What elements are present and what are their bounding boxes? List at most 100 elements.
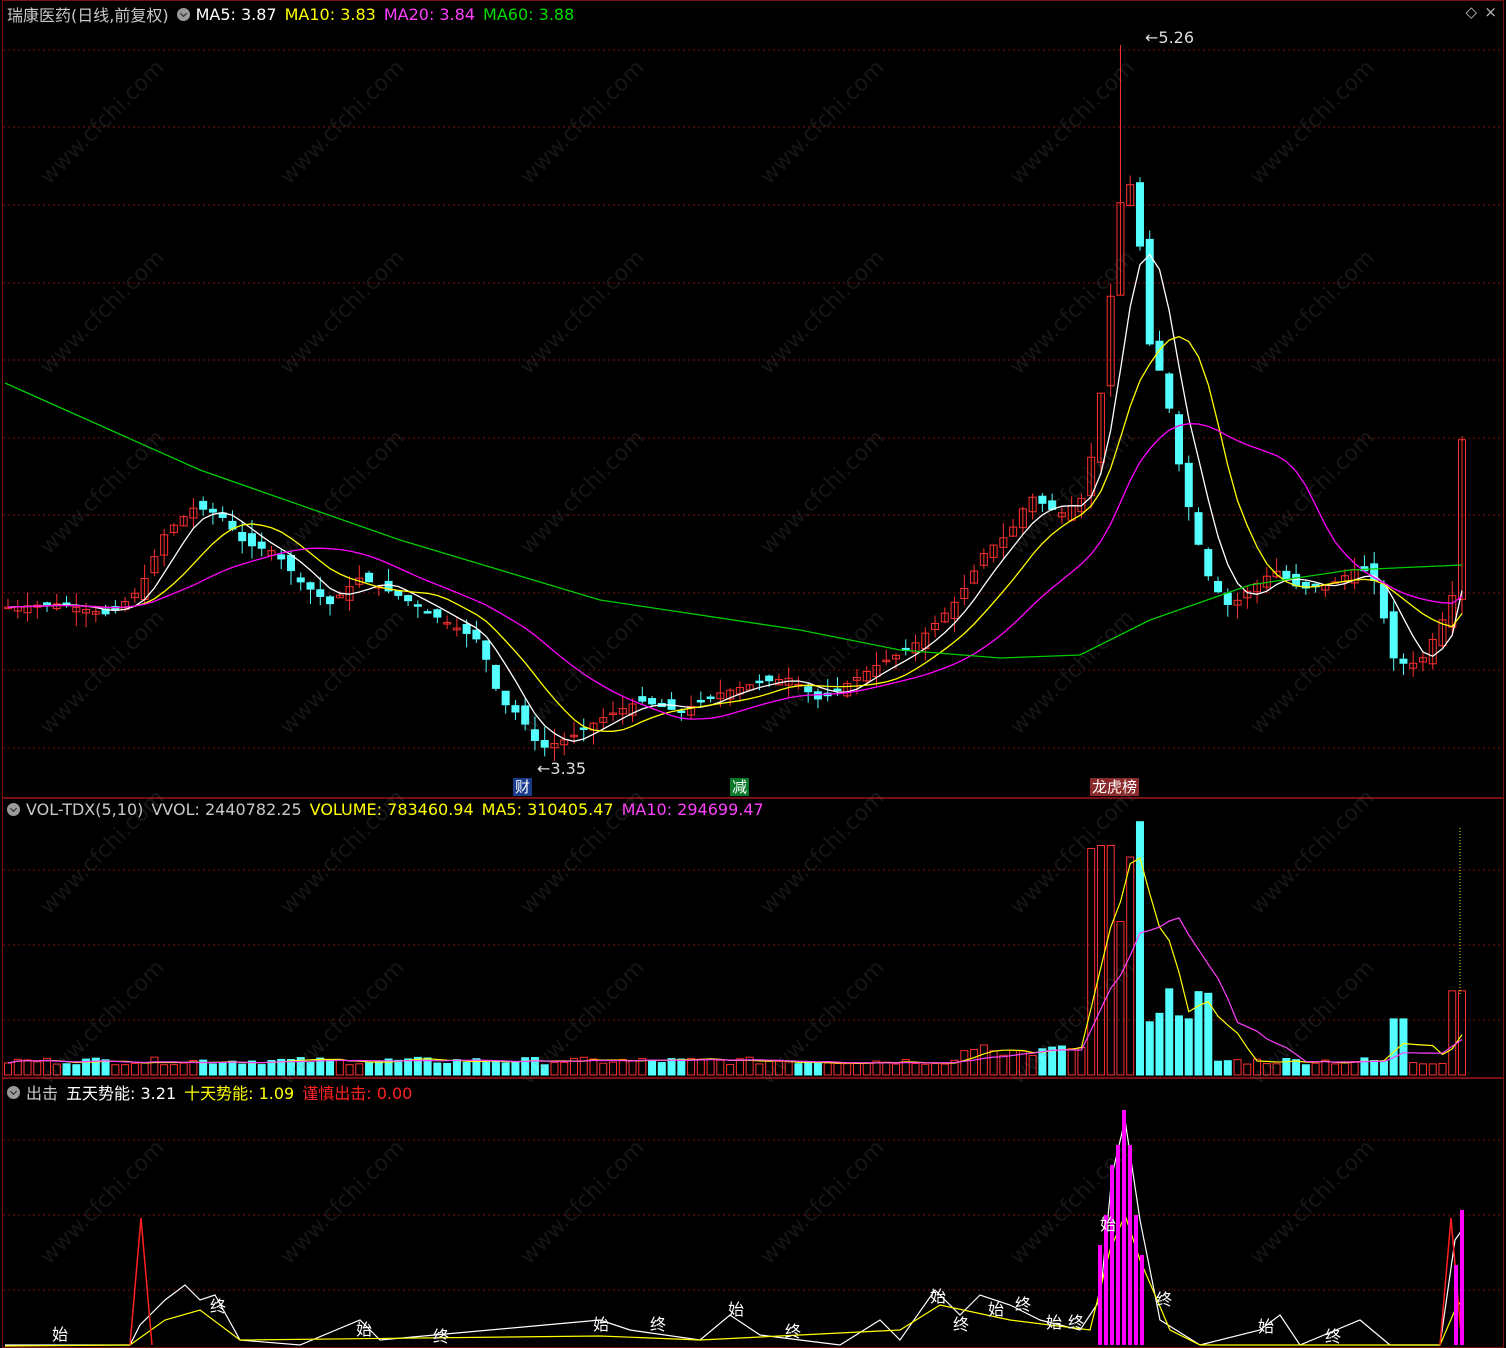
volume-bar	[160, 1064, 169, 1076]
candle	[677, 710, 686, 713]
volume-bar	[765, 1060, 774, 1076]
volume-bar	[208, 1063, 217, 1076]
candle	[804, 686, 813, 693]
candle	[530, 729, 539, 741]
volume-bar	[1389, 1018, 1398, 1076]
volume-bar	[491, 1061, 500, 1076]
ten-day-line	[4, 1213, 1463, 1347]
candle	[306, 582, 315, 590]
candle	[521, 705, 530, 725]
candle	[1155, 340, 1164, 371]
event-tag-finance[interactable]: 财	[513, 778, 533, 796]
volume-bar	[1009, 1049, 1018, 1076]
volume-bar	[394, 1059, 403, 1076]
volume-bar	[1106, 845, 1115, 1076]
candle	[706, 696, 715, 700]
volume-bar	[345, 1064, 354, 1076]
volume-bar	[1458, 990, 1466, 1076]
volume-bar	[1155, 1012, 1164, 1076]
candle	[1135, 182, 1144, 247]
signal-bar	[1140, 1255, 1144, 1345]
volume-bar	[618, 1058, 627, 1076]
volume-bar	[238, 1063, 247, 1076]
candle	[1223, 592, 1232, 606]
volume-bar	[179, 1062, 188, 1076]
signal-bar	[1116, 1145, 1120, 1345]
volume-bar	[706, 1059, 715, 1076]
signal-mark: 终	[210, 1297, 226, 1316]
volume-bar	[1223, 1060, 1232, 1076]
volume-bar	[579, 1056, 588, 1076]
candle	[1399, 658, 1408, 664]
candle	[462, 623, 471, 634]
signal-bar	[1110, 1165, 1114, 1345]
event-tag-reduce[interactable]: 减	[730, 778, 750, 796]
signal-mark: 始	[988, 1300, 1004, 1319]
volume-bar	[1184, 1018, 1193, 1076]
volume-bar	[374, 1060, 383, 1076]
candle	[482, 640, 491, 660]
candle	[1389, 611, 1398, 659]
candle	[1165, 373, 1174, 409]
volume-bar	[882, 1061, 891, 1076]
volume-bar	[784, 1061, 793, 1076]
candle	[491, 664, 500, 689]
volume-bar	[1145, 1021, 1154, 1076]
volume-bar	[62, 1063, 71, 1076]
candle	[501, 690, 510, 706]
volume-bar	[1175, 1015, 1184, 1076]
ma5-line	[7, 253, 1463, 742]
candle	[638, 696, 647, 702]
candle	[1184, 462, 1193, 508]
signal-mark: 始	[728, 1300, 744, 1319]
volume-bar	[1350, 1061, 1359, 1076]
volume-bar	[306, 1061, 315, 1076]
signal-bar	[1104, 1215, 1108, 1345]
candle	[199, 500, 208, 510]
volume-bar	[1409, 1062, 1418, 1076]
volume-bar	[511, 1061, 520, 1076]
signal-mark: 终	[1068, 1313, 1084, 1332]
volume-bar	[101, 1059, 110, 1076]
volume-bar	[628, 1060, 637, 1076]
volume-bar	[823, 1062, 832, 1076]
chart-canvas[interactable]: ←5.26←3.35始终始 终始 终始终始终始 终始 终始终始终	[0, 0, 1506, 1348]
candle	[404, 595, 413, 602]
volume-bar	[257, 1064, 266, 1076]
volume-bar	[589, 1058, 598, 1076]
volume-bar	[1067, 1048, 1076, 1076]
volume-bar	[1233, 1059, 1242, 1076]
candle	[1292, 573, 1301, 587]
volume-bar	[843, 1063, 852, 1076]
signal-mark: 终	[1156, 1290, 1172, 1309]
event-tag-dragon[interactable]: 龙虎榜	[1090, 778, 1140, 796]
volume-bar	[1448, 990, 1457, 1076]
volume-bar	[111, 1064, 120, 1076]
volume-bar	[1165, 988, 1174, 1076]
volume-bar	[1438, 1062, 1447, 1076]
candle	[433, 609, 442, 618]
candle	[833, 688, 842, 692]
candle	[286, 554, 295, 572]
signal-bar	[1134, 1215, 1138, 1345]
volume-bar	[921, 1063, 930, 1076]
volume-bar	[1331, 1063, 1340, 1076]
signal-mark: 终	[1015, 1295, 1031, 1314]
ma10-line	[7, 335, 1463, 732]
volume-bar	[326, 1059, 335, 1076]
volume-bar	[1214, 1060, 1223, 1076]
signal-mark: 始	[52, 1325, 68, 1344]
volume-bar	[140, 1062, 149, 1076]
candle	[238, 532, 247, 542]
volume-bar	[1028, 1055, 1037, 1076]
volume-bar	[452, 1059, 461, 1076]
signal-bar	[1460, 1210, 1464, 1345]
volume-bar	[1379, 1060, 1388, 1076]
candle	[472, 629, 481, 640]
signal-mark: 终	[650, 1315, 666, 1334]
signal-bar	[1454, 1265, 1458, 1345]
volume-bar	[804, 1061, 813, 1076]
candle	[423, 611, 432, 614]
signal-bar	[1122, 1110, 1126, 1345]
high-price-label: ←5.26	[1145, 28, 1194, 47]
